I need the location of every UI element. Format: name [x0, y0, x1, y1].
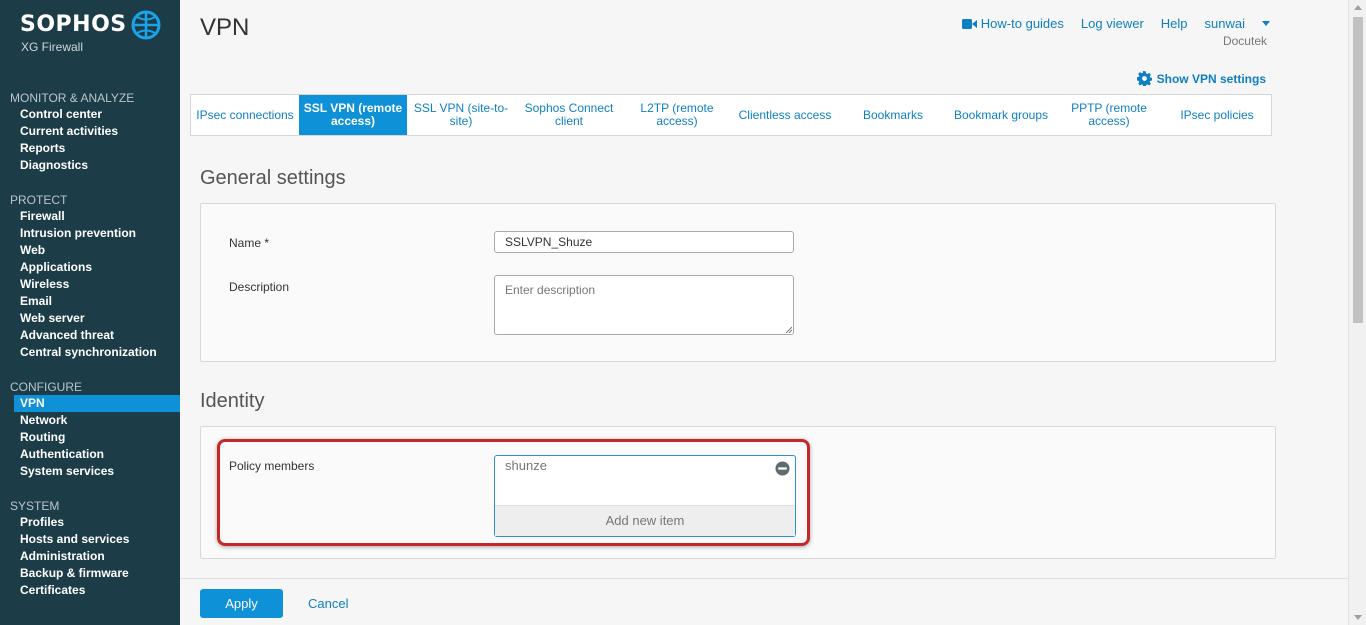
brand-name: SOPHOS: [20, 12, 127, 37]
nav-item-vpn[interactable]: VPN: [14, 395, 180, 412]
nav-item-web[interactable]: Web: [0, 242, 180, 259]
nav-heading: CONFIGURE: [10, 380, 82, 394]
scroll-thumb[interactable]: [1353, 17, 1363, 323]
tab-ipsec-policies[interactable]: IPsec policies: [1163, 95, 1271, 135]
tab-clientless-access[interactable]: Clientless access: [731, 95, 839, 135]
identity-title: Identity: [200, 390, 265, 412]
add-new-item-button[interactable]: Add new item: [495, 505, 795, 536]
nav-item-profiles[interactable]: Profiles: [0, 514, 180, 531]
sidebar: SOPHOS XG Firewall MONITOR & ANALYZE Con…: [0, 0, 180, 625]
scroll-down-icon[interactable]: [1354, 615, 1362, 620]
page-title: VPN: [200, 14, 250, 41]
description-label: Description: [229, 280, 290, 294]
nav-item-backup-firmware[interactable]: Backup & firmware: [0, 565, 180, 582]
nav-item-advanced-threat[interactable]: Advanced threat: [0, 327, 180, 344]
general-settings-panel: Name * Description: [200, 203, 1276, 362]
nav-item-web-server[interactable]: Web server: [0, 310, 180, 327]
scroll-up-icon[interactable]: [1354, 5, 1362, 10]
footer-bar: Apply Cancel: [180, 578, 1348, 625]
name-label: Name *: [229, 236, 270, 250]
top-links: How-to guides Log viewer Help sunwai: [945, 16, 1270, 31]
nav-item-authentication[interactable]: Authentication: [0, 446, 180, 463]
tab-bookmarks[interactable]: Bookmarks: [839, 95, 947, 135]
nav-heading: MONITOR & ANALYZE: [10, 91, 135, 105]
nav-item-wireless[interactable]: Wireless: [0, 276, 180, 293]
remove-circle-icon[interactable]: [775, 461, 790, 476]
vpn-tabs: IPsec connections SSL VPN (remote access…: [190, 94, 1272, 136]
show-vpn-settings-link[interactable]: Show VPN settings: [1136, 71, 1266, 86]
tab-ssl-vpn-remote-access[interactable]: SSL VPN (remote access): [299, 95, 407, 135]
tab-pptp-remote-access[interactable]: PPTP (remote access): [1055, 95, 1163, 135]
tab-l2tp-remote-access[interactable]: L2TP (remote access): [623, 95, 731, 135]
sophos-logo[interactable]: SOPHOS XG Firewall: [20, 10, 165, 58]
vertical-scrollbar[interactable]: [1348, 0, 1366, 625]
nav-item-central-synchronization[interactable]: Central synchronization: [0, 344, 180, 361]
user-menu[interactable]: sunwai: [1205, 16, 1270, 31]
nav-item-intrusion-prevention[interactable]: Intrusion prevention: [0, 225, 180, 242]
caret-down-icon: [1262, 21, 1270, 26]
nav-section-system: SYSTEM Profiles Hosts and services Admin…: [0, 499, 180, 599]
nav-item-current-activities[interactable]: Current activities: [0, 123, 180, 140]
gear-icon: [1136, 71, 1152, 86]
policy-members-list[interactable]: shunze Add new item: [494, 455, 796, 537]
nav-item-diagnostics[interactable]: Diagnostics: [0, 157, 180, 174]
tab-ipsec-connections[interactable]: IPsec connections: [191, 95, 299, 135]
nav-heading: PROTECT: [10, 193, 68, 207]
nav-item-firewall[interactable]: Firewall: [0, 208, 180, 225]
globe-icon: [131, 10, 161, 40]
nav-item-hosts-and-services[interactable]: Hosts and services: [0, 531, 180, 548]
resize-grip-icon[interactable]: [785, 326, 792, 333]
organization-name: Docutek: [1222, 34, 1267, 48]
product-name: XG Firewall: [21, 40, 84, 54]
how-to-guides-link[interactable]: How-to guides: [961, 16, 1064, 31]
nav-heading: SYSTEM: [10, 499, 60, 513]
nav-item-applications[interactable]: Applications: [0, 259, 180, 276]
nav-item-administration[interactable]: Administration: [0, 548, 180, 565]
nav-item-certificates[interactable]: Certificates: [0, 582, 180, 599]
help-link[interactable]: Help: [1161, 16, 1188, 31]
nav-section-protect: PROTECT Firewall Intrusion prevention We…: [0, 193, 180, 361]
nav-item-email[interactable]: Email: [0, 293, 180, 310]
policy-member-item: shunze: [505, 458, 547, 473]
apply-button[interactable]: Apply: [200, 589, 283, 618]
general-settings-title: General settings: [200, 167, 346, 189]
show-vpn-settings-label: Show VPN settings: [1156, 71, 1266, 86]
tab-bookmark-groups[interactable]: Bookmark groups: [947, 95, 1055, 135]
nav-item-routing[interactable]: Routing: [0, 429, 180, 446]
username: sunwai: [1204, 16, 1245, 31]
log-viewer-link[interactable]: Log viewer: [1081, 16, 1144, 31]
nav-section-monitor: MONITOR & ANALYZE Control center Current…: [0, 91, 180, 174]
nav-item-control-center[interactable]: Control center: [0, 106, 180, 123]
tab-sophos-connect-client[interactable]: Sophos Connect client: [515, 95, 623, 135]
video-camera-icon: [961, 19, 977, 29]
nav-item-network[interactable]: Network: [0, 412, 180, 429]
how-to-guides-label: How-to guides: [980, 16, 1064, 31]
description-textarea[interactable]: [494, 275, 794, 335]
nav-section-configure: CONFIGURE VPN Network Routing Authentica…: [0, 380, 180, 480]
nav-item-system-services[interactable]: System services: [0, 463, 180, 480]
cancel-link[interactable]: Cancel: [308, 596, 348, 611]
tab-ssl-vpn-site-to-site[interactable]: SSL VPN (site-to-site): [407, 95, 515, 135]
nav-item-reports[interactable]: Reports: [0, 140, 180, 157]
name-input[interactable]: [494, 231, 794, 253]
